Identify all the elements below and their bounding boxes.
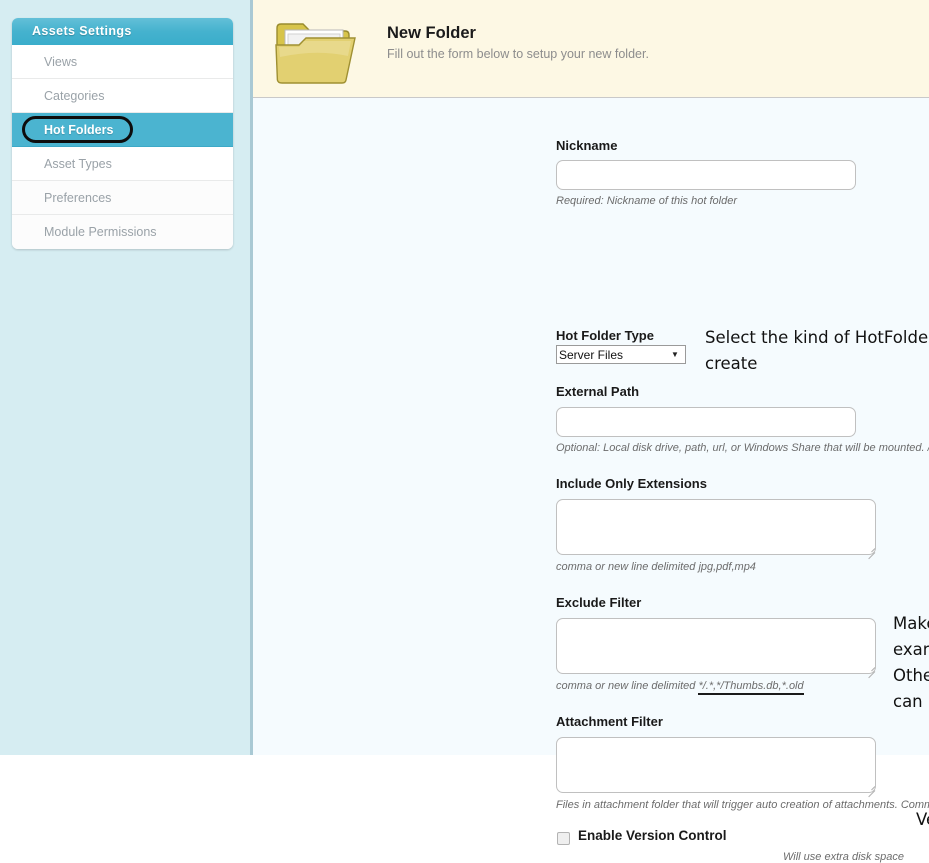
nickname-input[interactable]: [556, 160, 856, 190]
assets-settings-card: Assets Settings Views Categories Hot Fol…: [12, 18, 233, 249]
external-path-label: External Path: [556, 384, 640, 399]
sidebar-item-module-permissions[interactable]: Module Permissions: [12, 215, 233, 249]
settings-panel-title: Assets Settings: [12, 18, 233, 45]
open-folder-icon: [275, 23, 356, 84]
hot-folder-type-select[interactable]: Server Files: [556, 345, 686, 364]
external-path-input[interactable]: [556, 407, 856, 437]
exclude-filter-textarea[interactable]: [556, 618, 876, 674]
settings-side-panel: Assets Settings Views Categories Hot Fol…: [0, 0, 250, 755]
nickname-hint: Required: Nickname of this hot folder: [556, 195, 737, 207]
page-header: New Folder Fill out the form below to se…: [253, 0, 929, 98]
sidebar-item-label: Module Permissions: [44, 225, 157, 239]
enable-version-control-label[interactable]: Enable Version Control: [578, 828, 727, 843]
page-title: New Folder: [387, 24, 476, 42]
page-header-text: New Folder Fill out the form below to se…: [387, 24, 649, 61]
enable-version-control-hint: Will use extra disk space: [783, 851, 904, 863]
exclude-filter-hint: comma or new line delimited */.*,*/Thumb…: [556, 680, 804, 695]
attachment-filter-hint: Files in attachment folder that will tri…: [556, 799, 929, 811]
sidebar-item-label: Hot Folders: [44, 123, 114, 137]
sidebar-item-label: Categories: [44, 89, 105, 103]
sidebar-item-views[interactable]: Views: [12, 45, 233, 79]
exclude-filter-hint-prefix: comma or new line delimited: [556, 680, 699, 692]
sidebar-item-label: Preferences: [44, 191, 112, 205]
include-only-extensions-hint: comma or new line delimited jpg,pdf,mp4: [556, 561, 756, 573]
hot-folder-type-label: Hot Folder Type: [556, 328, 654, 343]
annotation-version-control: Version control is available.: [916, 810, 929, 829]
sidebar-item-label: Views: [44, 55, 78, 69]
main-content: New Folder Fill out the form below to se…: [253, 0, 929, 863]
page-subtitle: Fill out the form below to setup your ne…: [387, 47, 649, 61]
exclude-filter-label: Exclude Filter: [556, 595, 642, 610]
enable-version-control-checkbox[interactable]: [557, 832, 570, 845]
sidebar-item-preferences[interactable]: Preferences: [12, 181, 233, 215]
new-folder-form: Nickname Required: Nickname of this hot …: [253, 98, 929, 863]
sidebar-item-label: Asset Types: [44, 157, 112, 171]
attachment-filter-textarea[interactable]: [556, 737, 876, 793]
app-root: Assets Settings Views Categories Hot Fol…: [0, 0, 929, 863]
sidebar-item-hot-folders[interactable]: Hot Folders: [12, 113, 233, 147]
attachment-filter-label: Attachment Filter: [556, 714, 663, 729]
exclude-filter-hint-example: */.*,*/Thumbs.db,*.old: [698, 680, 804, 695]
sidebar-item-asset-types[interactable]: Asset Types: [12, 147, 233, 181]
external-path-hint: Optional: Local disk drive, path, url, o…: [556, 442, 929, 454]
annotation-hot-folder-type: Select the kind of HotFolder that you wo…: [705, 328, 929, 373]
include-only-extensions-textarea[interactable]: [556, 499, 876, 555]
nickname-label: Nickname: [556, 138, 618, 153]
annotation-exclude-filter: Make sure to exclude the examples below …: [893, 614, 929, 711]
sidebar-item-categories[interactable]: Categories: [12, 79, 233, 113]
include-only-extensions-label: Include Only Extensions: [556, 476, 707, 491]
